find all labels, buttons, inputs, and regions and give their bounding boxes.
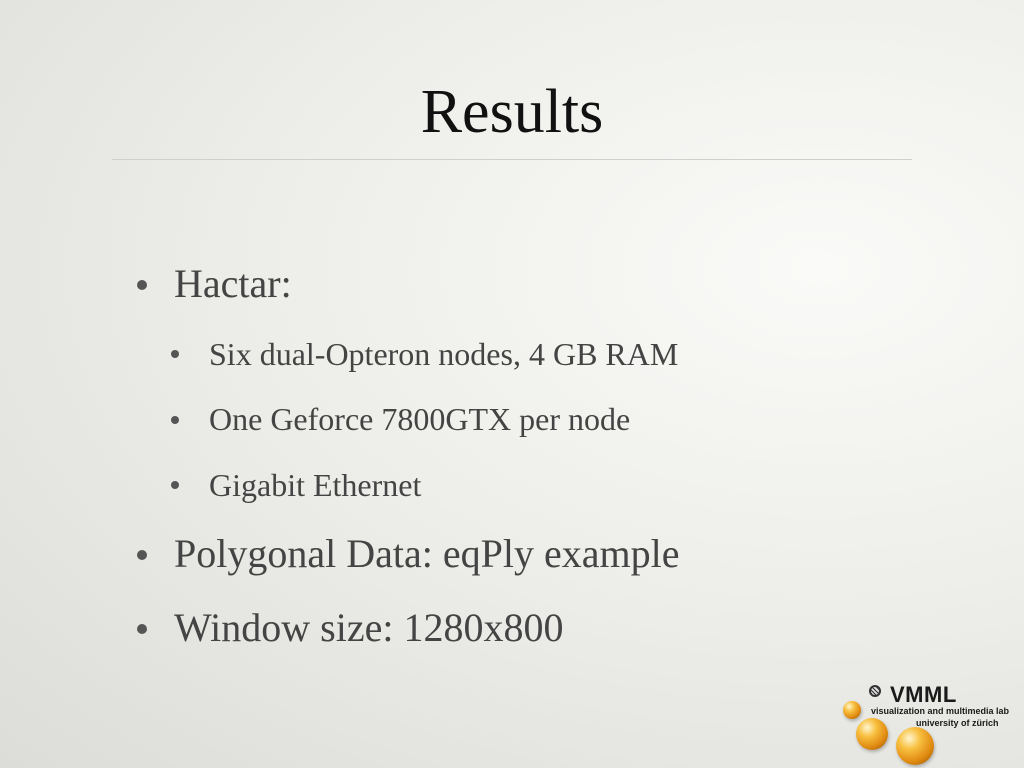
- vmml-logo: VMML visualization and multimedia lab un…: [838, 680, 1024, 768]
- bullet-dot: [137, 280, 147, 290]
- bullet-text: Polygonal Data: eqPly example: [174, 531, 680, 576]
- logo-sphere-small: [843, 701, 861, 719]
- sub-bullet-text: Gigabit Ethernet: [209, 467, 422, 503]
- logo-subtitle-line1: visualization and multimedia lab: [871, 706, 1010, 716]
- sub-bullet-text: Six dual-Opteron nodes, 4 GB RAM: [209, 336, 679, 372]
- bullet-dot: [137, 624, 147, 634]
- logo-sphere-medium: [856, 718, 888, 750]
- slide-title: Results: [420, 78, 604, 146]
- logo-mark-icon: [869, 685, 881, 697]
- sub-bullet-dot: [171, 416, 179, 424]
- sub-bullet-text: One Geforce 7800GTX per node: [209, 401, 631, 437]
- logo-title: VMML: [890, 682, 957, 707]
- bullet-text: Window size: 1280x800: [174, 605, 564, 650]
- bullet-dot: [137, 550, 147, 560]
- sub-bullet-dot: [171, 481, 179, 489]
- title-divider: [112, 159, 912, 160]
- bullet-text: Hactar:: [174, 261, 292, 306]
- logo-sphere-large: [896, 727, 934, 765]
- slide: Results Hactar: Six dual-Opteron nodes, …: [0, 0, 1024, 768]
- logo-subtitle-line2: university of zürich: [916, 718, 999, 728]
- sub-bullet-dot: [171, 350, 179, 358]
